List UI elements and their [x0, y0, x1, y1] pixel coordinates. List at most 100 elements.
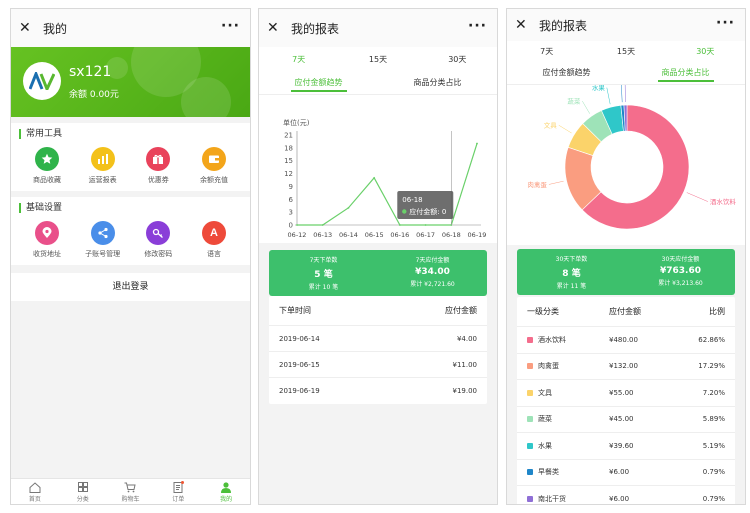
- tab-label: 商品分类占比: [657, 68, 714, 82]
- cart-icon: [107, 482, 155, 494]
- table-row[interactable]: 酒水饮料 ¥480.00 62.86%: [517, 327, 735, 354]
- location-pin-icon: [35, 221, 59, 245]
- data-point: [476, 142, 478, 145]
- table-header: 一级分类 应付金额 比例: [517, 297, 735, 327]
- avatar[interactable]: [23, 62, 61, 100]
- tab-category-share[interactable]: 商品分类占比: [378, 73, 497, 94]
- tab-label: 订单: [172, 496, 185, 503]
- close-icon[interactable]: ✕: [19, 20, 39, 36]
- slice-label: 肉禽蛋: [527, 180, 547, 189]
- label-leader-line: [558, 124, 572, 134]
- tools-title: 常用工具: [19, 129, 242, 139]
- column-header: 应付金额: [445, 306, 477, 315]
- column-header: 一级分类: [527, 307, 559, 316]
- mine-screen: ✕ 我的 ··· sx121 余额 0.00元 常用工具 商品收藏 运营报表 优…: [10, 8, 251, 505]
- category-cell: 文具: [527, 388, 609, 398]
- category-name: 酒水饮料: [538, 335, 566, 344]
- settings-title: 基础设置: [19, 203, 242, 213]
- category-cell: 南北干货: [527, 494, 609, 504]
- summary-value: 5 笔: [314, 270, 333, 280]
- profile-banner: sx121 余额 0.00元: [11, 47, 250, 117]
- close-icon[interactable]: ✕: [267, 20, 287, 36]
- more-icon[interactable]: ···: [221, 18, 240, 34]
- label-leader-line: [606, 87, 611, 105]
- category-percent: 0.79%: [702, 495, 725, 504]
- more-icon[interactable]: ···: [716, 15, 735, 31]
- order-date: 2019-06-14: [279, 334, 320, 343]
- recharge-button[interactable]: 余额充值: [188, 147, 240, 185]
- language-button[interactable]: A 语言: [188, 221, 240, 259]
- tab-label: 首页: [28, 496, 41, 503]
- table-row[interactable]: 文具 ¥55.00 7.20%: [517, 380, 735, 407]
- y-tick-label: 6: [289, 196, 294, 204]
- slice-label: 文具: [544, 121, 558, 130]
- legend-swatch: [527, 363, 533, 370]
- tab-amount-trend[interactable]: 应付金额趋势: [507, 63, 626, 84]
- trend-chart-area: 单位(元) 0 3 6 9 12 15 18 21 06-12 06-13 06-14 06-15 06-…: [259, 95, 497, 243]
- summary-value: ¥763.60: [660, 266, 701, 276]
- slice-label: 酒水饮料: [710, 197, 737, 206]
- table-row[interactable]: 2019-06-14 ¥4.00: [269, 326, 487, 352]
- table-row[interactable]: 蔬菜 ¥45.00 5.89%: [517, 407, 735, 433]
- category-percent: 0.79%: [702, 468, 725, 477]
- range-7d[interactable]: 7天: [507, 41, 586, 63]
- title-bar: ✕ 我的 ···: [11, 9, 250, 47]
- table-row[interactable]: 南北干货 ¥6.00 0.79%: [517, 486, 735, 504]
- subaccount-button[interactable]: 子账号管理: [77, 221, 129, 259]
- range-15d[interactable]: 15天: [586, 41, 665, 63]
- tab-orders[interactable]: 订单: [154, 479, 202, 504]
- range-30d[interactable]: 30天: [666, 41, 745, 63]
- summary-label: 7天下单数: [309, 257, 338, 264]
- close-icon[interactable]: ✕: [515, 17, 535, 33]
- tab-mine[interactable]: 我的: [202, 479, 250, 504]
- summary-value: 8 笔: [562, 269, 581, 279]
- tab-home[interactable]: 首页: [11, 479, 59, 504]
- range-30d[interactable]: 30天: [418, 47, 497, 73]
- summary-total: 累计 ¥3,213.60: [658, 280, 703, 287]
- home-icon: [11, 482, 59, 494]
- category-cell: 肉禽蛋: [527, 361, 609, 371]
- coupons-button[interactable]: 优惠券: [132, 147, 184, 185]
- column-header: 比例: [709, 307, 725, 316]
- y-tick-label: 0: [289, 222, 293, 230]
- table-row[interactable]: 2019-06-15 ¥11.00: [269, 352, 487, 378]
- setting-label: 子账号管理: [85, 250, 121, 258]
- tab-amount-trend[interactable]: 应付金额趋势: [259, 73, 378, 94]
- line-chart: 单位(元) 0 3 6 9 12 15 18 21 06-12 06-13 06-14 06-15 06-…: [283, 118, 486, 239]
- table-row[interactable]: 早餐类 ¥6.00 0.79%: [517, 460, 735, 486]
- password-button[interactable]: 修改密码: [132, 221, 184, 259]
- category-cell: 酒水饮料: [527, 335, 609, 345]
- table-row[interactable]: 肉禽蛋 ¥132.00 17.29%: [517, 354, 735, 380]
- x-tick-label: 06-17: [416, 231, 435, 239]
- tab-category[interactable]: 分类: [59, 479, 107, 504]
- category-amount: ¥6.00: [609, 468, 630, 477]
- label-leader-line: [620, 77, 623, 103]
- legend-swatch: [527, 336, 533, 343]
- data-point: [347, 206, 350, 209]
- tooltip-marker: [402, 209, 407, 214]
- data-point: [321, 224, 324, 226]
- category-amount: ¥480.00: [609, 335, 638, 344]
- tool-label: 商品收藏: [33, 176, 61, 184]
- grid-icon: [59, 482, 107, 494]
- summary-label: 30天下单数: [555, 256, 588, 263]
- legend-swatch: [527, 442, 533, 449]
- more-icon[interactable]: ···: [468, 18, 487, 34]
- table-row[interactable]: 水果 ¥39.60 5.19%: [517, 433, 735, 460]
- table-row[interactable]: 2019-06-19 ¥19.00: [269, 378, 487, 404]
- category-cell: 蔬菜: [527, 414, 609, 424]
- range-7d[interactable]: 7天: [259, 47, 338, 73]
- y-tick-label: 3: [289, 209, 293, 217]
- address-button[interactable]: 收货地址: [21, 221, 73, 259]
- tab-cart[interactable]: 购物车: [107, 479, 155, 504]
- range-15d[interactable]: 15天: [338, 47, 417, 73]
- favorites-button[interactable]: 商品收藏: [21, 147, 73, 185]
- tab-label: 应付金额趋势: [290, 78, 347, 92]
- reports-button[interactable]: 运营报表: [77, 147, 129, 185]
- tab-category-share[interactable]: 商品分类占比: [626, 63, 745, 84]
- table-header: 下单时间 应付金额: [269, 296, 487, 326]
- gift-icon: [146, 147, 171, 171]
- logout-button[interactable]: 退出登录: [11, 273, 250, 301]
- tools-section: 常用工具 商品收藏 运营报表 优惠券 余额充值: [11, 123, 250, 191]
- tab-label: 分类: [76, 496, 89, 503]
